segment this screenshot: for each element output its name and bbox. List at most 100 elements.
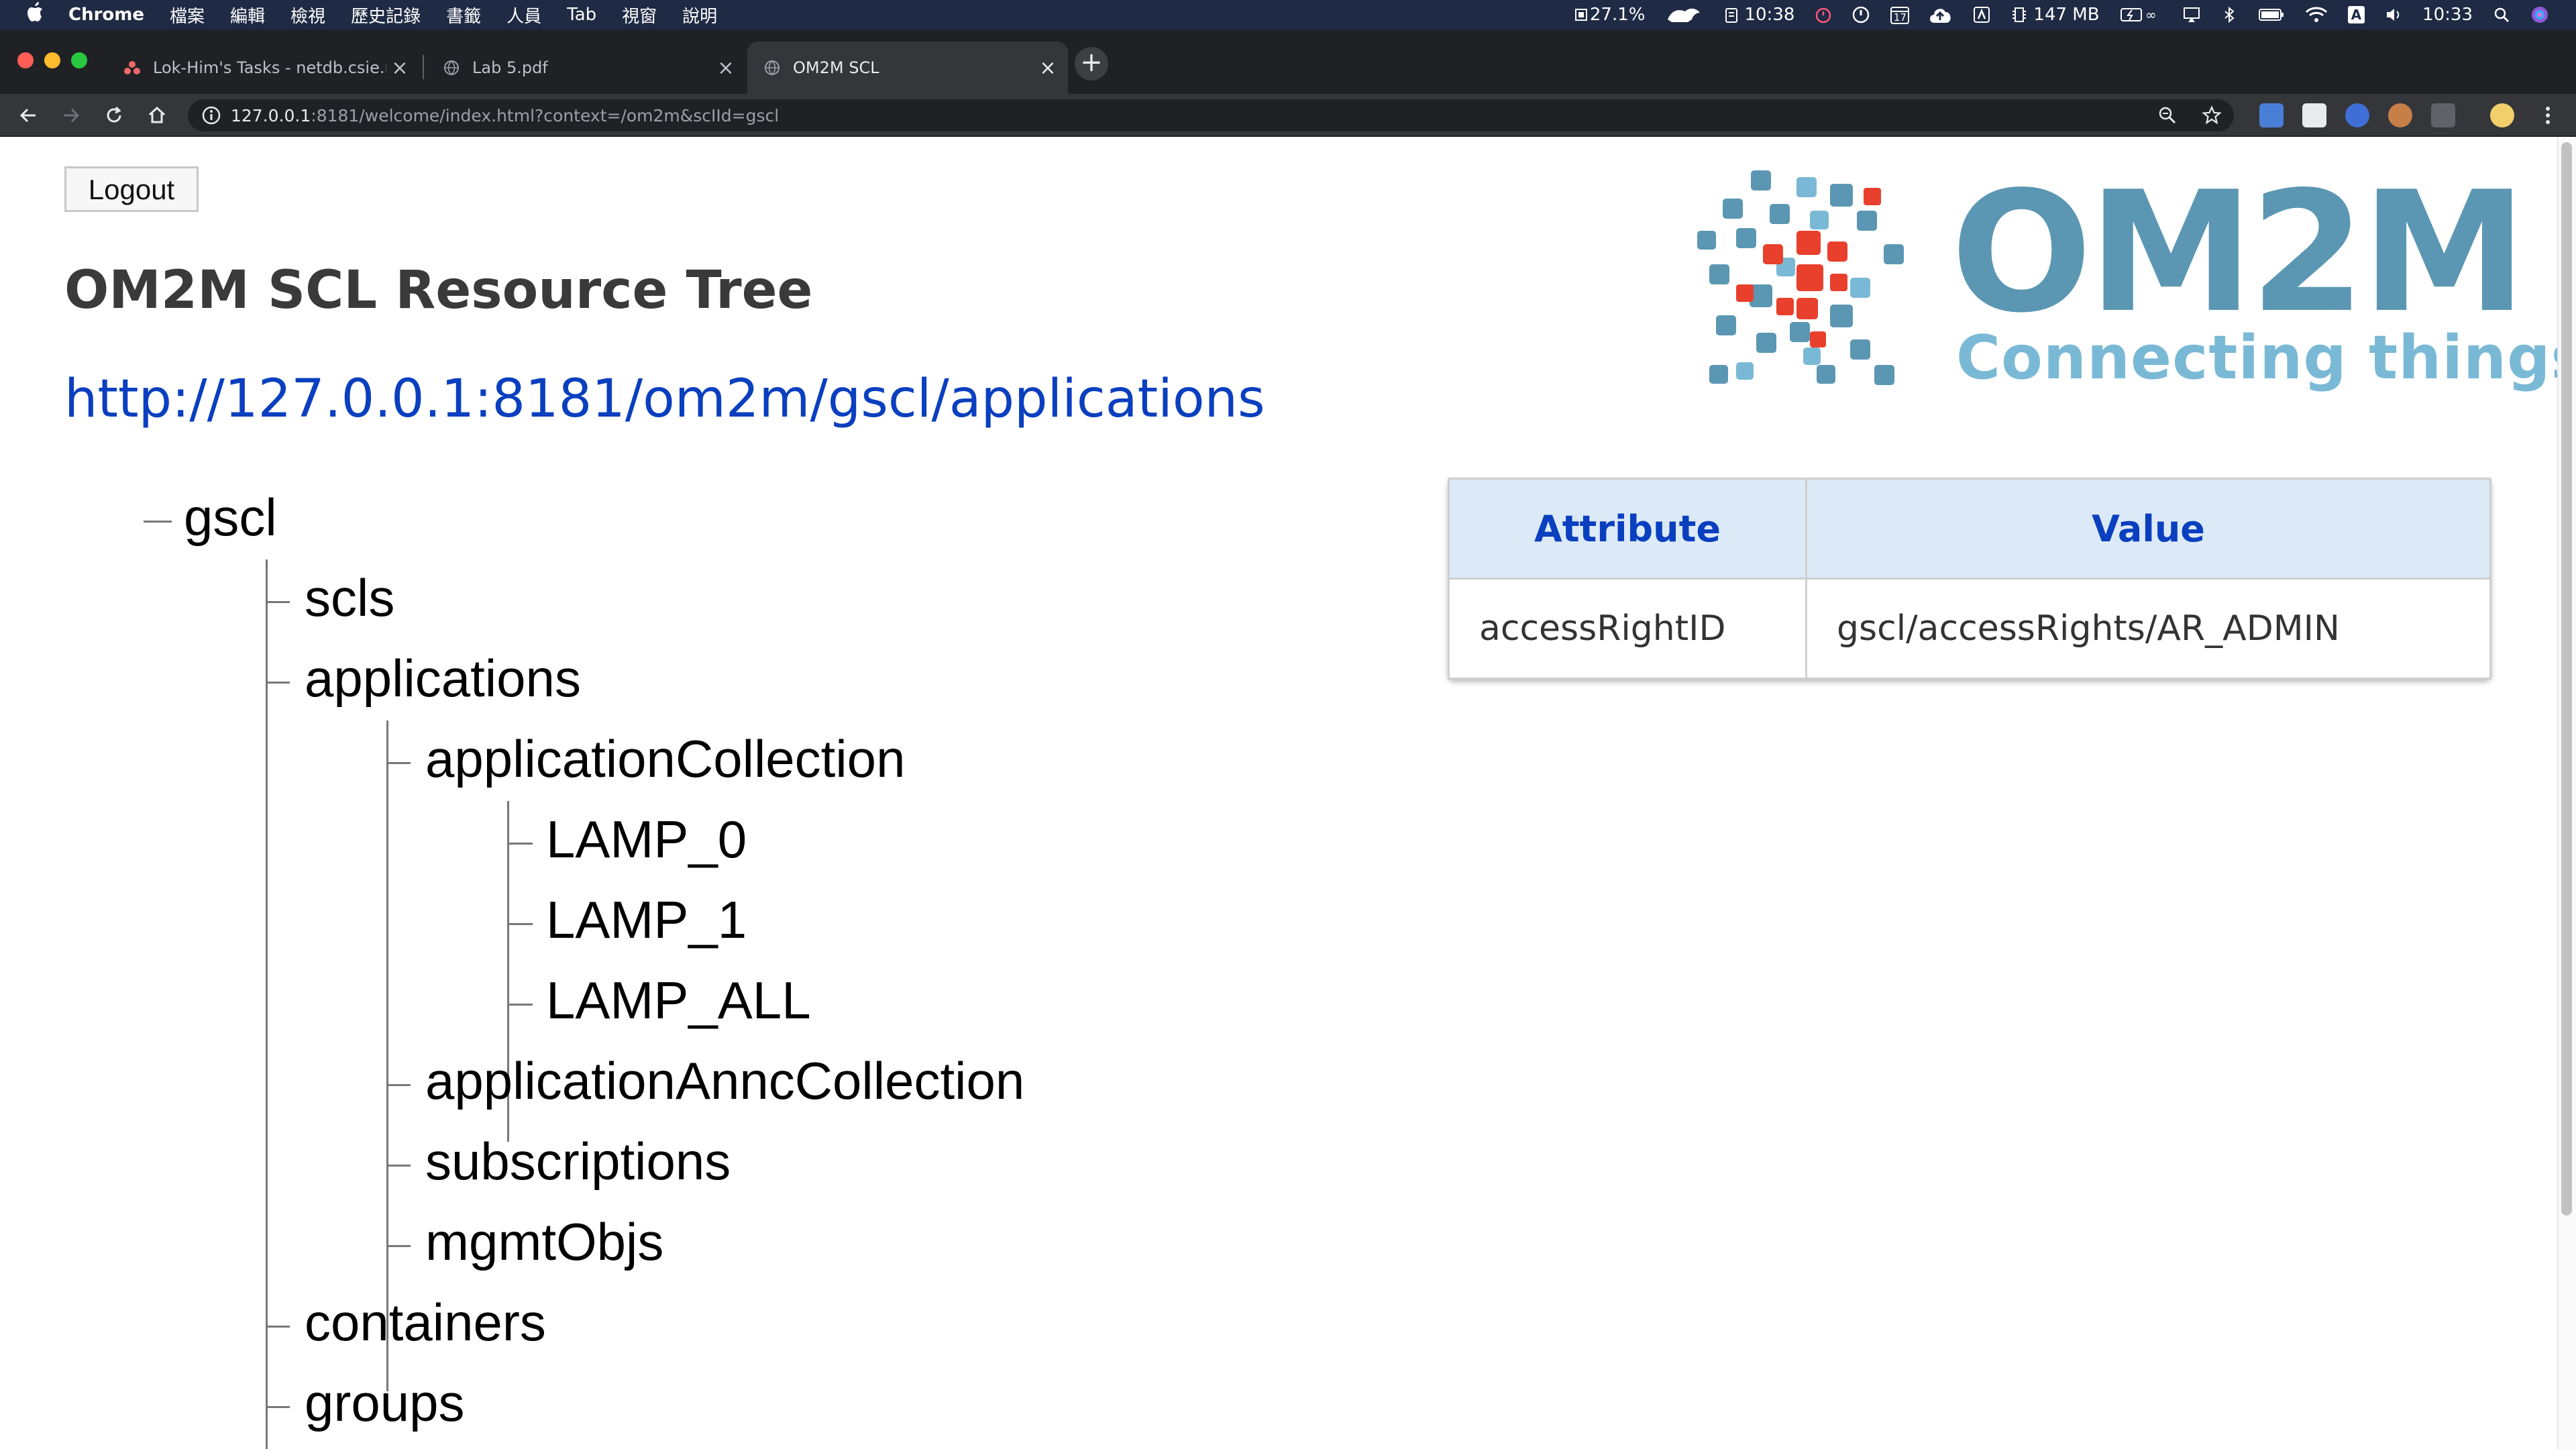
calendar-status[interactable]: 17 (1890, 5, 1910, 25)
adobe-icon[interactable] (1973, 6, 1990, 23)
tree-node-application-annc-collection[interactable]: applicationAnncCollection (425, 1051, 1024, 1111)
battery-charging-icon[interactable]: ∞ (2120, 6, 2163, 23)
chrome-menu-icon[interactable] (2533, 101, 2563, 130)
url-text[interactable]: 127.0.0.1:8181/welcome/index.html?contex… (231, 106, 779, 125)
tree-connector (266, 1326, 290, 1328)
tab-title: Lab 5.pdf (472, 58, 548, 77)
tree-connector (386, 1245, 411, 1247)
om2m-logo-wordmark: OM2M (1951, 156, 2527, 350)
browser-tab-strip: Lok-Him's Tasks - netdb.csie.ncku × Lab … (0, 30, 2576, 94)
forward-icon[interactable] (56, 101, 86, 130)
extension-notes-icon[interactable] (2302, 103, 2326, 127)
tree-node-subscriptions[interactable]: subscriptions (425, 1131, 731, 1191)
site-info-icon[interactable] (201, 105, 221, 125)
spotlight-search-icon[interactable] (2493, 6, 2510, 23)
address-bar[interactable]: 127.0.0.1:8181/welcome/index.html?contex… (188, 99, 2234, 131)
tree-connector (386, 1084, 411, 1086)
tab-lok-him-tasks[interactable]: Lok-Him's Tasks - netdb.csie.ncku × (107, 42, 420, 94)
tab-close-icon[interactable]: × (712, 56, 739, 80)
bluetooth-icon[interactable] (2220, 6, 2238, 23)
tab-title: Lok-Him's Tasks - netdb.csie.ncku (153, 58, 386, 77)
cpu-percent: 27.1% (1589, 5, 1646, 25)
tree-node-gscl[interactable]: gscl (184, 487, 277, 547)
squirrel-icon[interactable] (1665, 5, 1703, 25)
menu-people[interactable]: 人員 (506, 3, 541, 28)
tree-connector (266, 601, 290, 603)
menu-history[interactable]: 歷史記錄 (351, 3, 421, 28)
tree-node-lamp-1[interactable]: LAMP_1 (546, 890, 747, 950)
input-method-label: A (2347, 6, 2365, 23)
wifi-icon[interactable] (2305, 6, 2328, 23)
attribute-table-header-row: Attribute Value (1448, 478, 2491, 580)
tree-connector (386, 1165, 411, 1167)
menu-tab[interactable]: Tab (567, 5, 596, 25)
tree-connector (507, 1004, 533, 1006)
tab-om2m-scl[interactable]: OM2M SCL × (747, 42, 1068, 94)
resource-tree: gscl scls applications applicationCollec… (0, 137, 1342, 1449)
home-icon[interactable] (142, 101, 172, 130)
tree-node-lamp-all[interactable]: LAMP_ALL (546, 970, 811, 1030)
tree-node-mgmt-objs[interactable]: mgmtObjs (425, 1212, 663, 1272)
power-circle-icon[interactable] (1852, 6, 1870, 23)
battery-icon[interactable] (2258, 6, 2285, 23)
menu-app-name[interactable]: Chrome (68, 5, 144, 25)
menu-view[interactable]: 檢視 (290, 3, 325, 28)
tree-node-application-collection[interactable]: applicationCollection (425, 729, 905, 789)
memory-status[interactable]: 147 MB (2010, 5, 2100, 25)
tree-connector (386, 720, 388, 1391)
omnibox-actions (2157, 99, 2222, 131)
tab-close-icon[interactable]: × (386, 56, 413, 80)
page-scrollbar-thumb[interactable] (2561, 142, 2572, 1216)
clock-time[interactable]: 10:33 (2422, 5, 2473, 25)
tree-node-scls[interactable]: scls (305, 568, 394, 628)
tree-connector (507, 843, 533, 845)
airplay-icon[interactable] (2183, 6, 2200, 23)
clipboard-status[interactable]: 10:38 (1723, 5, 1794, 25)
memory-usage: 147 MB (2033, 5, 2100, 25)
volume-icon[interactable] (2385, 6, 2402, 23)
attribute-value-cell: gscl/accessRights/AR_ADMIN (1837, 608, 2340, 649)
om2m-logo-mark (1697, 170, 1904, 385)
menu-help[interactable]: 說明 (682, 3, 717, 28)
siri-icon[interactable] (2530, 5, 2549, 24)
tree-node-groups[interactable]: groups (305, 1373, 465, 1433)
url-host: 127.0.0.1 (231, 105, 311, 125)
cloud-upload-icon[interactable] (1927, 5, 1953, 24)
extension-pencil-icon[interactable] (2431, 103, 2455, 127)
menu-edit[interactable]: 編輯 (230, 3, 265, 28)
asana-favicon-icon (124, 61, 140, 74)
cpu-status[interactable]: 27.1% (1572, 5, 1646, 25)
bookmark-star-icon[interactable] (2202, 105, 2222, 125)
tree-node-lamp-0[interactable]: LAMP_0 (546, 809, 747, 869)
window-zoom-button[interactable] (71, 52, 87, 68)
menu-window[interactable]: 視窗 (622, 3, 657, 28)
window-close-button[interactable] (17, 52, 34, 68)
back-icon[interactable] (13, 101, 43, 130)
tab-close-icon[interactable]: × (1034, 56, 1061, 80)
zoom-icon[interactable] (2157, 105, 2178, 125)
input-method-status[interactable]: A (2347, 6, 2365, 23)
new-tab-button[interactable]: + (1075, 47, 1108, 80)
calendar-day: 17 (1893, 11, 1907, 23)
om2m-logo-tagline: Connecting things (1956, 323, 2576, 393)
tree-node-containers[interactable]: containers (305, 1292, 546, 1352)
svg-text:∞: ∞ (2145, 7, 2157, 23)
translate-extension-icon[interactable] (2259, 103, 2284, 127)
attribute-name-cell: accessRightID (1448, 578, 1807, 679)
table-row: accessRightID gscl/accessRights/AR_ADMIN (1448, 578, 2491, 679)
window-minimize-button[interactable] (44, 52, 60, 68)
menu-bookmarks[interactable]: 書籤 (446, 3, 481, 28)
attribute-table: Attribute Value accessRightID gscl/acces… (1448, 478, 2491, 680)
extension-gear-icon[interactable] (2388, 103, 2412, 127)
globe-favicon-icon (765, 60, 780, 76)
menu-file[interactable]: 檔案 (170, 3, 205, 28)
profile-avatar[interactable] (2490, 103, 2514, 127)
menu-bar-status: 27.1% 10:38 17 147 MB ∞ A 10:33 (1552, 0, 2576, 30)
apple-menu-icon[interactable] (27, 1, 46, 28)
tree-node-applications[interactable]: applications (305, 648, 581, 708)
browser-toolbar: 127.0.0.1:8181/welcome/index.html?contex… (0, 94, 2576, 137)
tab-lab5-pdf[interactable]: Lab 5.pdf × (427, 42, 746, 94)
reload-icon[interactable] (99, 101, 129, 130)
timer-icon[interactable] (1815, 6, 1832, 23)
extension-shield-icon[interactable] (2345, 103, 2369, 127)
